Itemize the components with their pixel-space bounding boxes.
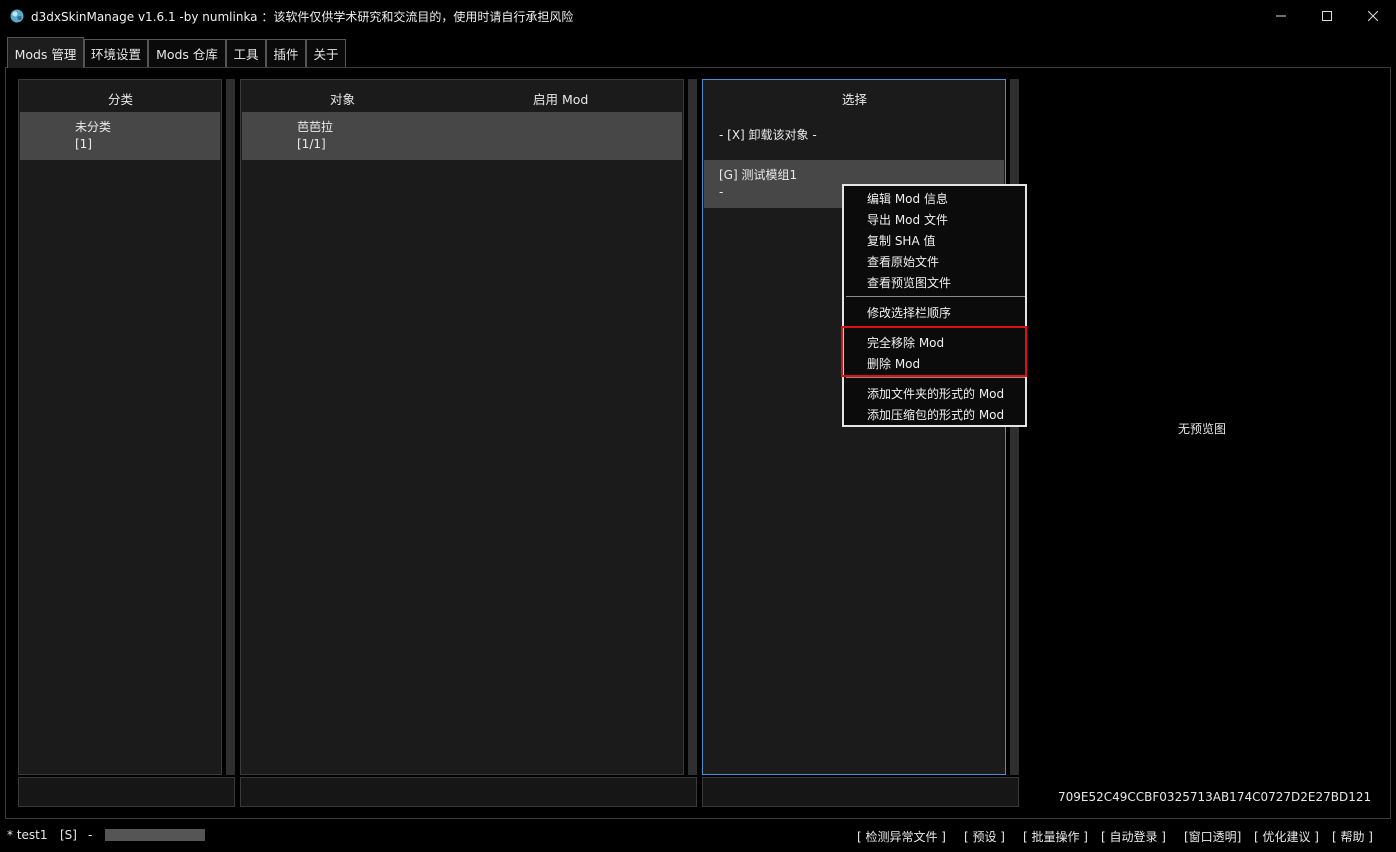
- selection-search-input[interactable]: [702, 777, 1019, 807]
- object-list[interactable]: [240, 79, 684, 775]
- selection-header: 选择: [842, 92, 868, 107]
- help-link[interactable]: [ 帮助 ]: [1332, 828, 1373, 845]
- preview-placeholder: 无预览图: [1178, 422, 1227, 436]
- highlight-box: [841, 326, 1027, 377]
- batch-operation-link[interactable]: [ 批量操作 ]: [1023, 828, 1088, 845]
- window-title: d3dxSkinManage v1.6.1 -by numlinka ：该软件仅…: [31, 10, 574, 24]
- object-scrollbar[interactable]: [688, 79, 697, 775]
- menu-edit-mod-info[interactable]: 编辑 Mod 信息: [867, 190, 948, 207]
- menu-add-folder-mod[interactable]: 添加文件夹的形式的 Mod: [867, 385, 1004, 402]
- category-search-input[interactable]: [18, 777, 235, 807]
- status-dash: -: [88, 828, 93, 842]
- maximize-icon: [1322, 11, 1332, 21]
- tab-mods-repository[interactable]: Mods 仓库: [148, 39, 226, 67]
- object-name: 芭芭拉: [297, 120, 334, 134]
- status-user: * test1: [7, 828, 48, 842]
- menu-export-mod-file[interactable]: 导出 Mod 文件: [867, 211, 948, 228]
- auto-login-link[interactable]: [ 自动登录 ]: [1101, 828, 1166, 845]
- optimization-suggestions-link[interactable]: [ 优化建议 ]: [1254, 828, 1319, 845]
- unload-object-item[interactable]: - [X] 卸载该对象 -: [719, 127, 817, 144]
- menu-add-archive-mod[interactable]: 添加压缩包的形式的 Mod: [867, 406, 1004, 423]
- close-icon: [1368, 11, 1378, 21]
- close-button[interactable]: [1350, 0, 1396, 32]
- minimize-icon: [1276, 15, 1286, 17]
- check-abnormal-files-link[interactable]: [ 检测异常文件 ]: [857, 828, 946, 845]
- context-menu: 编辑 Mod 信息 导出 Mod 文件 复制 SHA 值 查看原始文件 查看预览…: [842, 184, 1027, 427]
- minimize-button[interactable]: [1258, 0, 1304, 32]
- category-name: 未分类: [75, 120, 112, 134]
- window-transparency-link[interactable]: [窗口透明]: [1184, 828, 1241, 845]
- tab-tools[interactable]: 工具: [226, 39, 266, 67]
- enabled-mod-header: 启用 Mod: [533, 92, 589, 107]
- tab-mods-manage[interactable]: Mods 管理: [7, 37, 84, 68]
- object-search-input[interactable]: [240, 777, 697, 807]
- presets-link[interactable]: [ 预设 ]: [964, 828, 1005, 845]
- category-count: [1]: [75, 137, 92, 151]
- tab-environment[interactable]: 环境设置: [84, 39, 148, 67]
- menu-copy-sha[interactable]: 复制 SHA 值: [867, 232, 935, 249]
- menu-change-selection-order[interactable]: 修改选择栏顺序: [867, 304, 951, 321]
- category-header: 分类: [108, 92, 134, 107]
- category-list[interactable]: [18, 79, 222, 775]
- category-scrollbar[interactable]: [226, 79, 235, 775]
- status-progress-bar: [105, 829, 205, 841]
- tab-plugins[interactable]: 插件: [266, 39, 306, 67]
- object-header: 对象: [330, 92, 356, 107]
- status-mode: [S]: [60, 828, 77, 842]
- menu-view-preview-file[interactable]: 查看预览图文件: [867, 274, 951, 291]
- category-row[interactable]: [20, 112, 220, 160]
- maximize-button[interactable]: [1304, 0, 1350, 32]
- mod-name: [G] 测试模组1: [719, 168, 798, 182]
- mod-sha: 709E52C49CCBF0325713AB174C0727D2E27BD121: [1058, 790, 1372, 804]
- object-count: [1/1]: [297, 137, 326, 151]
- app-logo-icon: [10, 9, 24, 23]
- tab-about[interactable]: 关于: [306, 39, 346, 67]
- menu-separator: [846, 296, 1025, 297]
- menu-separator: [846, 377, 1025, 378]
- mod-sub: -: [719, 185, 724, 199]
- menu-view-original-file[interactable]: 查看原始文件: [867, 253, 939, 270]
